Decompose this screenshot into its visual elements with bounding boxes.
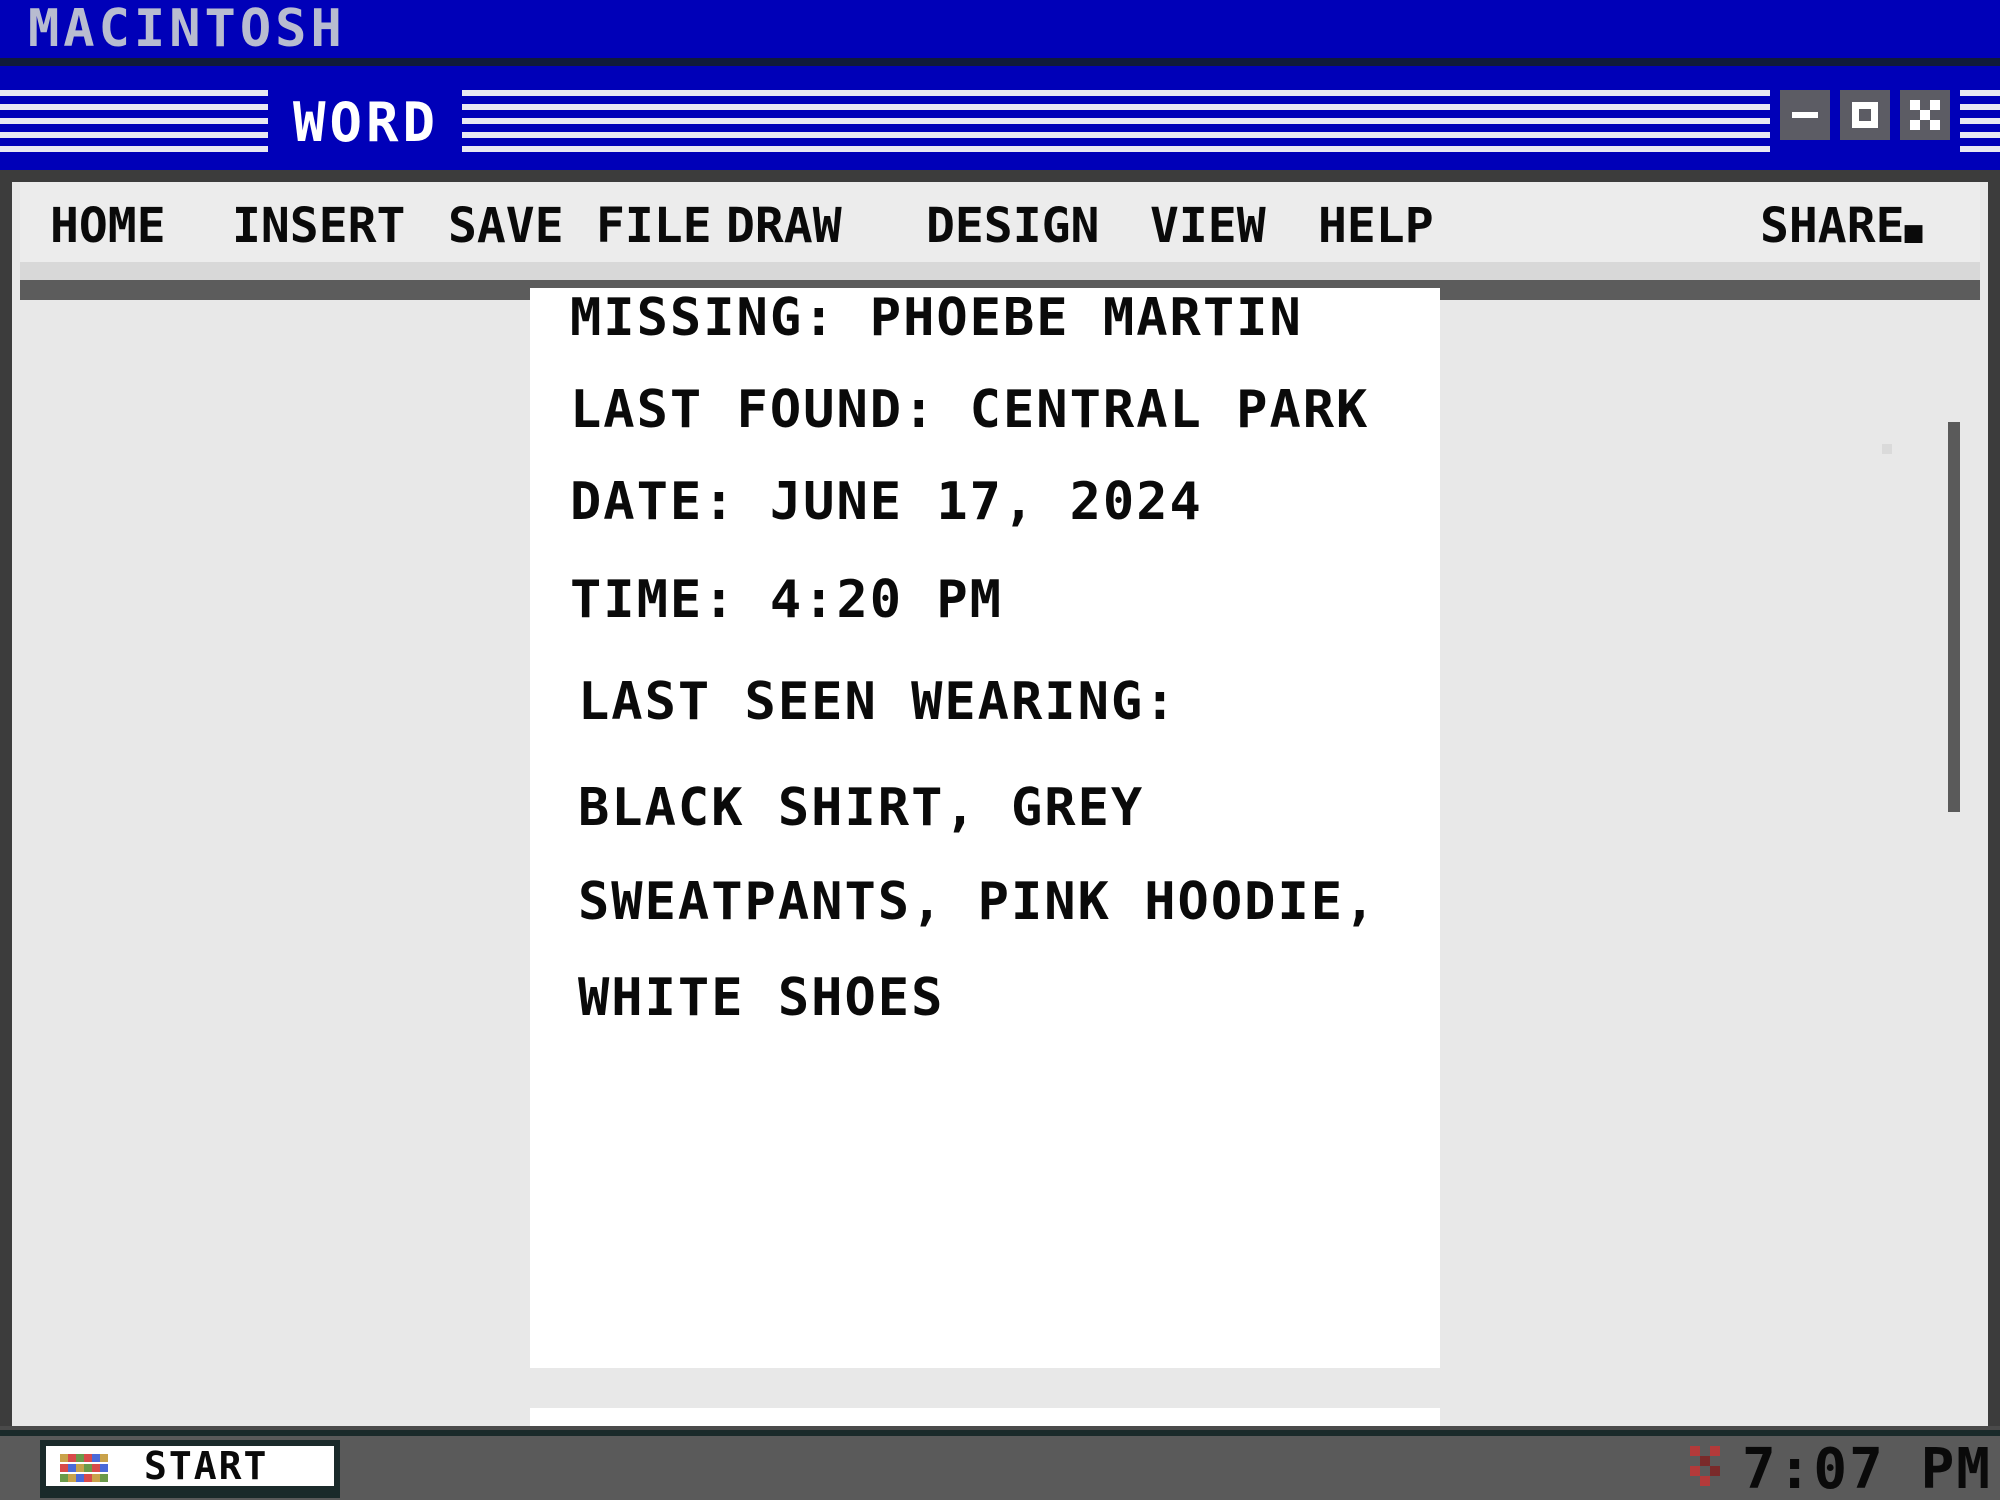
taskbar: START 7:07 PM	[0, 1430, 2000, 1500]
menu-insert[interactable]: INSERT	[232, 198, 405, 254]
minimize-button[interactable]	[1780, 90, 1830, 140]
doc-line-clothing-2: SWEATPANTS, PINK HOODIE,	[578, 872, 1378, 932]
start-button[interactable]: START	[40, 1440, 340, 1498]
os-menu-bar: MACINTOSH	[0, 0, 2000, 66]
document-page[interactable]: MISSING: PHOEBE MARTIN LAST FOUND: CENTR…	[530, 288, 1440, 1368]
share-button[interactable]: SHARE■	[1760, 198, 1923, 254]
doc-line-time: TIME: 4:20 PM	[570, 570, 1003, 630]
titlebar-stripes-middle	[462, 90, 1770, 156]
menu-home[interactable]: HOME	[50, 198, 166, 254]
menu-view[interactable]: VIEW	[1150, 198, 1266, 254]
maximize-icon	[1852, 102, 1878, 128]
menu-divider-light	[20, 262, 1980, 280]
desktop-screen: MACINTOSH WORD HOME INSERT SAVE FILE DRA…	[0, 0, 2000, 1500]
window-content: HOME INSERT SAVE FILE DRAW DESIGN VIEW H…	[12, 182, 1988, 1426]
taskbar-clock[interactable]: 7:07 PM	[1742, 1440, 1992, 1500]
vertical-scrollbar[interactable]	[1940, 422, 1964, 822]
titlebar-stripes-left	[0, 90, 268, 156]
doc-line-last-found: LAST FOUND: CENTRAL PARK	[570, 380, 1370, 440]
scroll-marker	[1882, 444, 1892, 454]
menu-file[interactable]: FILE	[596, 198, 712, 254]
minimize-icon	[1792, 112, 1818, 118]
doc-line-last-seen: LAST SEEN WEARING:	[578, 672, 1178, 732]
share-label: SHARE	[1760, 198, 1905, 254]
start-label: START	[144, 1444, 269, 1488]
close-button[interactable]	[1900, 90, 1950, 140]
menu-design[interactable]: DESIGN	[926, 198, 1099, 254]
doc-line-missing: MISSING: PHOEBE MARTIN	[570, 288, 1303, 348]
maximize-button[interactable]	[1840, 90, 1890, 140]
close-icon	[1910, 100, 1940, 130]
word-window: HOME INSERT SAVE FILE DRAW DESIGN VIEW H…	[0, 170, 2000, 1426]
app-menu-bar: HOME INSERT SAVE FILE DRAW DESIGN VIEW H…	[20, 182, 1980, 262]
menu-help[interactable]: HELP	[1318, 198, 1434, 254]
doc-line-clothing-1: BLACK SHIRT, GREY	[578, 778, 1145, 838]
doc-line-date: DATE: JUNE 17, 2024	[570, 472, 1203, 532]
menu-save[interactable]: SAVE	[448, 198, 564, 254]
titlebar-stripes-right	[1960, 90, 2000, 156]
start-logo-icon	[60, 1454, 108, 1482]
clock-icon	[1690, 1446, 1720, 1486]
menu-draw[interactable]: DRAW	[726, 198, 842, 254]
window-title: WORD	[292, 91, 440, 154]
start-button-face: START	[46, 1446, 334, 1486]
window-titlebar[interactable]: WORD	[0, 66, 2000, 170]
document-next-page	[530, 1408, 1440, 1426]
scrollbar-thumb[interactable]	[1948, 422, 1960, 812]
doc-line-clothing-3: WHITE SHOES	[578, 968, 945, 1028]
share-arrow-icon: ■	[1904, 215, 1923, 250]
os-title: MACINTOSH	[28, 0, 346, 59]
